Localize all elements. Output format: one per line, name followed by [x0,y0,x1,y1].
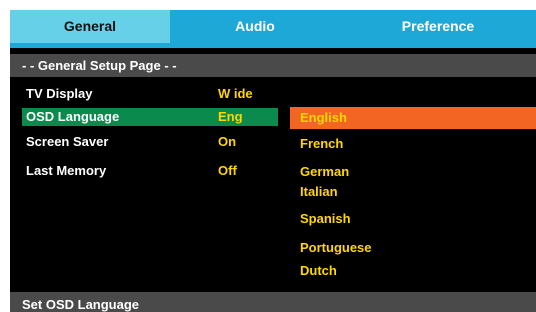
tab-preference[interactable]: Preference [340,10,536,43]
setting-value: Off [218,163,237,178]
option-label: English [300,110,347,125]
option-label: Portuguese [300,240,372,255]
option-spanish[interactable]: Spanish [290,208,536,230]
setting-value: On [218,134,237,149]
tab-general[interactable]: General [10,10,170,43]
setting-label: TV Display [26,86,93,101]
option-label: French [300,136,344,151]
status-bar: Set OSD Language [10,292,536,312]
option-english[interactable]: English [290,107,536,129]
option-dutch[interactable]: Dutch [290,260,536,282]
page-header: - - General Setup Page - - [10,54,536,77]
setting-label: OSD Language [26,109,120,124]
option-french[interactable]: French [290,133,536,155]
setting-value: Eng [218,109,243,124]
setting-label: Screen Saver [26,134,109,149]
option-label: Dutch [300,263,337,278]
tab-underline [10,43,536,48]
tab-audio[interactable]: Audio [170,10,340,43]
osd-screen: General Audio Preference - - General Set… [0,0,536,312]
setup-menu: General Audio Preference - - General Set… [10,10,536,312]
option-german[interactable]: German [290,161,536,183]
status-hint: Set OSD Language [22,297,140,312]
option-label: German [300,164,350,179]
option-label: Spanish [300,211,351,226]
setting-value: W ide [218,86,253,101]
setting-row-osd-language[interactable]: OSD Language Eng [22,108,278,126]
page-title: - - General Setup Page - - [22,58,177,73]
option-label: Italian [300,184,338,199]
option-italian[interactable]: Italian [290,181,536,203]
option-portuguese[interactable]: Portuguese [290,237,536,259]
setting-label: Last Memory [26,163,107,178]
